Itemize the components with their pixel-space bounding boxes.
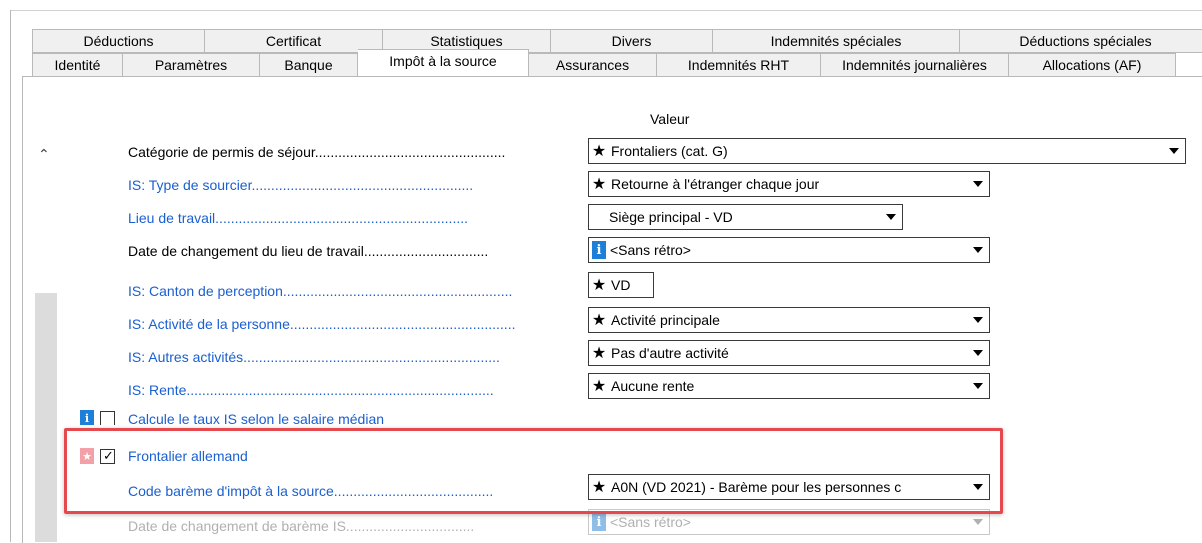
input-canton[interactable]: ★ VD [588, 272, 654, 298]
left-border [10, 10, 11, 542]
tab-imp-t-la-source[interactable]: Impôt à la source [358, 49, 529, 77]
tab-certificat[interactable]: Certificat [205, 29, 383, 53]
tab-indemnit-s-journali-res[interactable]: Indemnités journalières [821, 53, 1009, 77]
scroll-up-arrow-icon[interactable]: ⌃ [38, 146, 50, 163]
asterisk-icon: ★ [591, 312, 607, 329]
chevron-down-icon [967, 383, 989, 389]
label-lieu-travail[interactable]: Lieu de travail.........................… [128, 210, 468, 226]
label-canton[interactable]: IS: Canton de perception................… [128, 283, 512, 299]
tab-d-ductions[interactable]: Déductions [32, 29, 205, 53]
label-autres-activites[interactable]: IS: Autres activités....................… [128, 349, 500, 365]
tab-allocations-af[interactable]: Allocations (AF) [1009, 53, 1176, 77]
label-rente[interactable]: IS: Rente...............................… [128, 382, 494, 398]
asterisk-icon: ★ [591, 345, 607, 362]
scrollbar-thumb[interactable] [35, 293, 57, 542]
label-activite[interactable]: IS: Activité de la personne.............… [128, 316, 515, 332]
select-activite[interactable]: ★ Activité principale [588, 307, 990, 333]
top-border [10, 10, 1202, 11]
highlight-box [64, 428, 1003, 514]
asterisk-icon: ★ [591, 277, 607, 294]
chevron-down-icon [967, 181, 989, 187]
asterisk-icon: ★ [591, 143, 607, 160]
column-header-valeur: Valeur [650, 111, 690, 127]
info-icon: i [592, 513, 606, 531]
tab-indemnit-s-rht[interactable]: Indemnités RHT [657, 53, 821, 77]
chevron-down-icon [1163, 148, 1185, 154]
checkbox-salaire-median[interactable] [100, 411, 115, 426]
asterisk-icon: ★ [591, 176, 607, 193]
label-date-changement-bareme: Date de changement de barème IS.........… [128, 518, 475, 534]
chevron-down-icon [967, 247, 989, 253]
label-type-sourcier[interactable]: IS: Type de sourcier....................… [128, 177, 473, 193]
tab-d-ductions-sp-ciales[interactable]: Déductions spéciales [960, 29, 1202, 53]
tab-banque[interactable]: Banque [260, 53, 358, 77]
chevron-down-icon [967, 317, 989, 323]
chevron-down-icon [880, 214, 902, 220]
asterisk-icon: ★ [591, 378, 607, 395]
select-autres-activites[interactable]: ★ Pas d'autre activité [588, 340, 990, 366]
label-date-changement-lieu: Date de changement du lieu de travail...… [128, 243, 489, 259]
tab-divers[interactable]: Divers [551, 29, 713, 53]
select-type-sourcier[interactable]: ★ Retourne à l'étranger chaque jour [588, 171, 990, 197]
label-permis: Catégorie de permis de séjour...........… [128, 144, 506, 160]
info-icon: i [592, 241, 606, 259]
chevron-down-icon [967, 519, 989, 525]
tab-indemnit-s-sp-ciales[interactable]: Indemnités spéciales [713, 29, 960, 53]
tab-row-top: Déductions Certificat Statistiques Divers In… [32, 29, 1202, 53]
info-icon: i [80, 410, 94, 426]
tab-row-bottom: Identité Paramètres Banque Impôt à la sourc… [32, 49, 1176, 77]
select-rente[interactable]: ★ Aucune rente [588, 373, 990, 399]
select-permis[interactable]: ★ Frontaliers (cat. G) [588, 138, 1186, 164]
select-date-changement-lieu[interactable]: i <Sans rétro> [588, 237, 990, 263]
window: Déductions Certificat Statistiques Divers In… [0, 0, 1202, 543]
chevron-down-icon [967, 350, 989, 356]
tab-param-tres[interactable]: Paramètres [123, 53, 260, 77]
tab-assurances[interactable]: Assurances [529, 53, 657, 77]
tab-identit[interactable]: Identité [32, 53, 123, 77]
select-lieu-travail[interactable]: Siège principal - VD [588, 204, 903, 230]
